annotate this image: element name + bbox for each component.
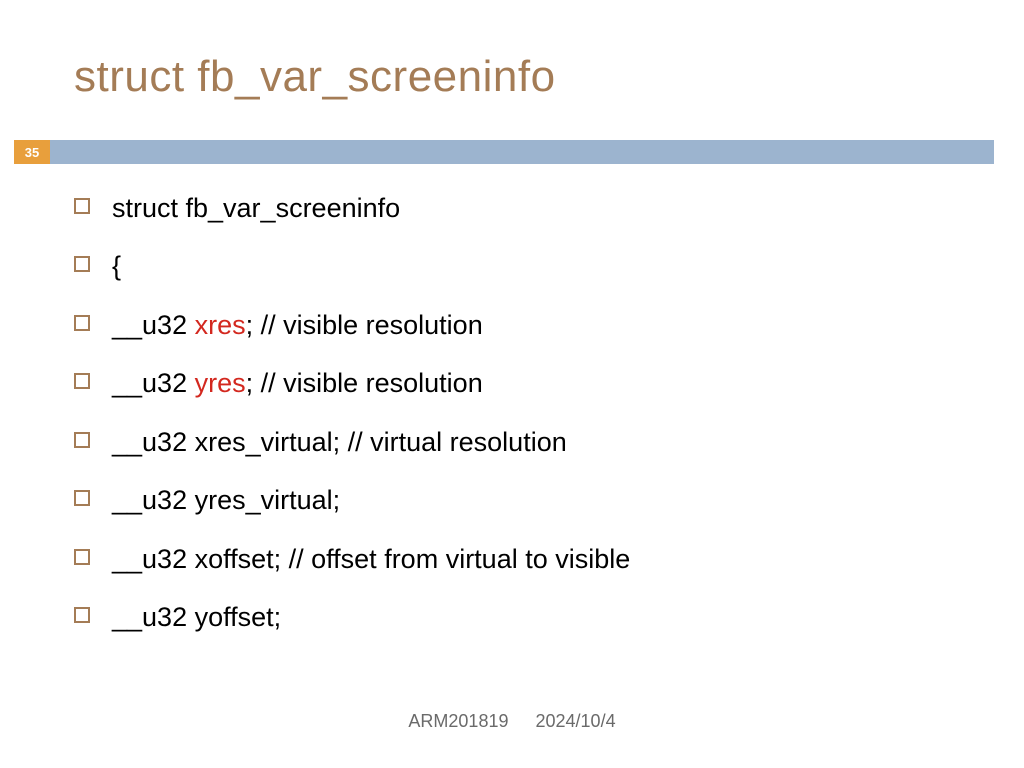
footer-date: 2024/10/4 [536,711,616,731]
list-item-text: struct fb_var_screeninfo [112,190,400,226]
footer-course: ARM201819 [408,711,508,731]
list-item: __u32 yres; // visible resolution [74,365,984,401]
list-item-text: __u32 xres_virtual; // virtual resolutio… [112,424,567,460]
list-item-text: __u32 xoffset; // offset from virtual to… [112,541,630,577]
page-number-badge: 35 [14,140,50,164]
list-item: __u32 yres_virtual; [74,482,984,518]
list-item: __u32 xoffset; // offset from virtual to… [74,541,984,577]
square-bullet-icon [74,432,90,448]
square-bullet-icon [74,198,90,214]
slide-body: struct fb_var_screeninfo { __u32 xres; /… [74,190,984,658]
square-bullet-icon [74,607,90,623]
list-item: __u32 xres_virtual; // virtual resolutio… [74,424,984,460]
list-item-text: { [112,248,121,284]
slide-title: struct fb_var_screeninfo [74,52,556,102]
list-item-text: __u32 xres; // visible resolution [112,307,483,343]
list-item-text: __u32 yoffset; [112,599,281,635]
title-divider-bar [50,140,994,164]
list-item: { [74,248,984,284]
list-item-text: __u32 yres; // visible resolution [112,365,483,401]
list-item: __u32 yoffset; [74,599,984,635]
square-bullet-icon [74,315,90,331]
list-item: struct fb_var_screeninfo [74,190,984,226]
slide-footer: ARM201819 2024/10/4 [0,711,1024,732]
list-item: __u32 xres; // visible resolution [74,307,984,343]
square-bullet-icon [74,549,90,565]
list-item-text: __u32 yres_virtual; [112,482,340,518]
square-bullet-icon [74,490,90,506]
square-bullet-icon [74,373,90,389]
square-bullet-icon [74,256,90,272]
